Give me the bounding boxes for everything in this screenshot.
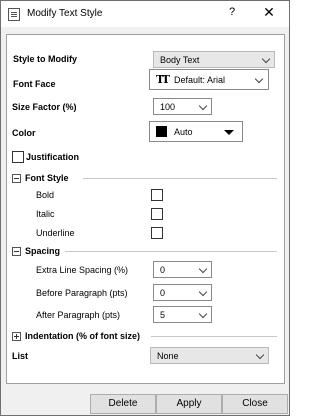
extra-line-spacing-label: Extra Line Spacing (%) (36, 265, 129, 275)
after-paragraph-input[interactable]: 5 (153, 306, 212, 323)
justification-checkbox[interactable] (12, 151, 24, 163)
bold-label: Bold (36, 190, 55, 200)
chevron-down-icon (255, 350, 265, 360)
justification-label: Justification (26, 152, 80, 162)
list-select[interactable]: None (150, 347, 269, 364)
extra-line-spacing-input[interactable]: 0 (153, 261, 212, 278)
chevron-down-icon (198, 264, 208, 274)
help-button[interactable]: ? (225, 6, 239, 22)
font-style-header: Font Style (25, 173, 69, 183)
font-face-value: Default: Arial (174, 75, 226, 85)
style-to-modify-value: Body Text (160, 55, 200, 65)
before-paragraph-label: Before Paragraph (pts) (36, 288, 128, 298)
color-value: Auto (174, 127, 193, 137)
italic-checkbox[interactable] (151, 208, 163, 220)
indentation-header: Indentation (% of font size) (25, 331, 140, 341)
color-picker-button[interactable]: Auto (149, 121, 243, 142)
color-swatch (156, 126, 167, 137)
list-label: List (12, 351, 29, 361)
expand-indentation-icon[interactable] (12, 332, 21, 341)
extra-line-spacing-value: 0 (160, 265, 166, 275)
spacing-header: Spacing (25, 246, 61, 256)
style-to-modify-select[interactable]: Body Text (153, 51, 275, 68)
dropdown-triangle-icon (224, 130, 234, 135)
chevron-down-icon (198, 287, 208, 297)
close-button[interactable]: Close (222, 394, 288, 414)
size-factor-label: Size Factor (%) (12, 102, 77, 112)
section-divider (83, 178, 277, 179)
list-value: None (157, 351, 179, 361)
collapse-font-style-icon[interactable] (12, 174, 21, 183)
font-face-select[interactable]: TT Default: Arial (149, 69, 269, 90)
document-icon (8, 8, 20, 21)
after-paragraph-value: 5 (160, 310, 166, 320)
title-bar: Modify Text Style ? ✕ (1, 1, 289, 27)
color-label: Color (12, 128, 36, 138)
section-divider (65, 251, 277, 252)
bold-checkbox[interactable] (151, 189, 163, 201)
chevron-down-icon (261, 54, 271, 64)
before-paragraph-value: 0 (160, 288, 166, 298)
chevron-down-icon (198, 101, 208, 111)
chevron-down-icon (254, 74, 264, 84)
dialog-title: Modify Text Style (27, 8, 103, 19)
font-face-label: Font Face (13, 79, 56, 89)
size-factor-input[interactable]: 100 (153, 98, 212, 115)
truetype-icon: TT (156, 73, 170, 86)
section-divider (151, 336, 277, 337)
italic-label: Italic (36, 209, 55, 219)
after-paragraph-label: After Paragraph (pts) (36, 310, 121, 320)
before-paragraph-input[interactable]: 0 (153, 284, 212, 301)
size-factor-value: 100 (160, 102, 176, 112)
apply-button[interactable]: Apply (156, 394, 222, 414)
style-to-modify-label: Style to Modify (13, 54, 78, 64)
chevron-down-icon (198, 309, 208, 319)
underline-checkbox[interactable] (151, 227, 163, 239)
underline-label: Underline (36, 228, 75, 238)
modify-text-style-dialog: Modify Text Style ? ✕ Style to Modify Bo… (0, 0, 290, 416)
delete-button[interactable]: Delete (90, 394, 156, 414)
close-window-button[interactable]: ✕ (261, 4, 277, 22)
collapse-spacing-icon[interactable] (12, 247, 21, 256)
